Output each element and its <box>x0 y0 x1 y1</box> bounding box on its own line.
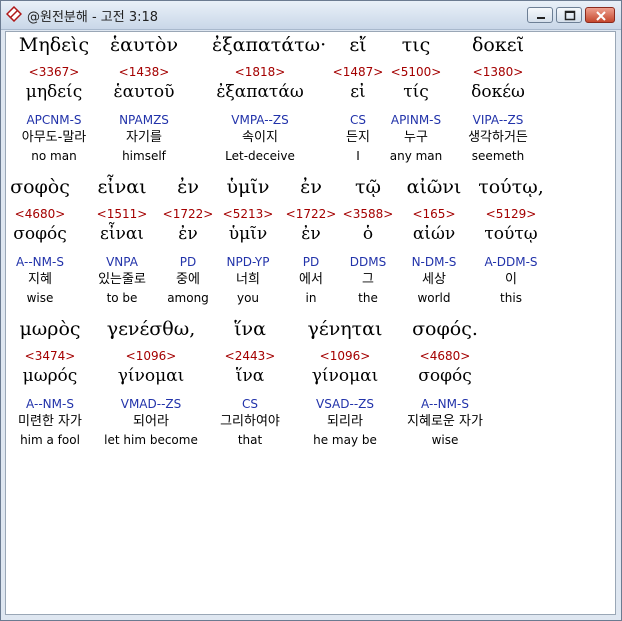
english-gloss: wise <box>431 433 459 447</box>
morphology-code: A--NM-S <box>421 397 469 411</box>
morphology-code: A--NM-S <box>26 397 74 411</box>
title-bar[interactable]: @원전분해 - 고전 3:18 <box>1 1 621 30</box>
morphology-code: APCNM-S <box>26 113 82 127</box>
morphology-code: NPAMZS <box>119 113 169 127</box>
korean-gloss: 생각하거든 <box>468 130 528 145</box>
english-gloss: he may be <box>313 433 377 447</box>
maximize-button[interactable] <box>556 7 582 23</box>
korean-gloss: 지혜로운 자가 <box>407 414 483 429</box>
lexical-form: γίνομαι <box>311 366 379 386</box>
morphology-code: CS <box>242 397 258 411</box>
app-diamond-icon[interactable] <box>5 5 23 23</box>
greek-word: ἐξαπατάτω· <box>212 34 327 56</box>
morphology-code: VMAD--ZS <box>120 397 182 411</box>
lexical-form: γίνομαι <box>117 366 185 386</box>
korean-gloss: 자기를 <box>126 130 162 145</box>
lexical-form: δοκέω <box>471 82 525 102</box>
strong-number: <2443> <box>224 349 276 363</box>
strong-number: <5129> <box>485 207 537 221</box>
korean-gloss: 되리라 <box>327 414 363 429</box>
lexical-form: σοφός <box>418 366 472 386</box>
close-icon <box>596 11 606 21</box>
morphology-code: VSAD--ZS <box>316 397 374 411</box>
greek-word: σοφός. <box>412 318 478 340</box>
strong-number: <1096> <box>319 349 371 363</box>
minimize-icon <box>537 17 545 19</box>
english-gloss: let him become <box>104 433 198 447</box>
english-gloss: Let-deceive <box>225 149 295 163</box>
morphology-code: A-DDM-S <box>484 255 538 269</box>
strong-number: <3474> <box>24 349 76 363</box>
maximize-icon <box>564 10 576 21</box>
greek-word: γενέσθω, <box>106 318 196 340</box>
greek-word: μωρὸς <box>19 318 81 340</box>
korean-gloss: 속이지 <box>242 130 278 145</box>
strong-number: <3367> <box>28 65 80 79</box>
greek-word: γένηται <box>307 318 383 340</box>
lexical-form: ἵνα <box>235 366 265 386</box>
english-gloss: himself <box>122 149 166 163</box>
english-gloss: no man <box>31 149 77 163</box>
close-button[interactable] <box>585 7 615 23</box>
korean-gloss: 미련한 자가 <box>18 414 82 429</box>
minimize-button[interactable] <box>527 7 553 23</box>
lexical-form: ἐξαπατάω <box>216 82 304 102</box>
greek-word: δοκεῖ <box>471 34 525 56</box>
app-window: @원전분해 - 고전 3:18 Μηδεὶς <3367> μηδείς APC… <box>0 0 622 621</box>
english-gloss: that <box>237 433 263 447</box>
korean-gloss: 되어라 <box>133 414 169 429</box>
korean-gloss: 그리하여야 <box>220 414 280 429</box>
english-gloss: seemeth <box>471 149 525 163</box>
korean-gloss: 아무도-말라 <box>21 130 87 145</box>
greek-word: Μηδεὶς <box>18 34 90 56</box>
morphology-code: VIPA--ZS <box>472 113 524 127</box>
morphology-code: VMPA--ZS <box>231 113 289 127</box>
greek-word: τούτῳ, <box>478 176 544 198</box>
greek-word: ἑαυτὸν <box>109 34 179 56</box>
strong-number: <1380> <box>472 65 524 79</box>
strong-number: <1818> <box>234 65 286 79</box>
lexical-form: ἑαυτοῦ <box>113 82 175 102</box>
strong-number: <1096> <box>125 349 177 363</box>
strong-number: <4680> <box>419 349 471 363</box>
lexical-form: τούτῳ <box>484 224 538 244</box>
english-gloss: this <box>500 291 522 305</box>
greek-word: ἵνα <box>234 318 266 340</box>
lexical-form: μηδείς <box>25 82 83 102</box>
english-gloss: him a fool <box>20 433 80 447</box>
korean-gloss: 이 <box>505 272 517 287</box>
window-title: @원전분해 - 고전 3:18 <box>27 10 159 25</box>
interlinear-view[interactable]: Μηδεὶς <3367> μηδείς APCNM-S 아무도-말라 no m… <box>5 31 616 615</box>
lexical-form: μωρός <box>22 366 78 386</box>
strong-number: <1438> <box>118 65 170 79</box>
